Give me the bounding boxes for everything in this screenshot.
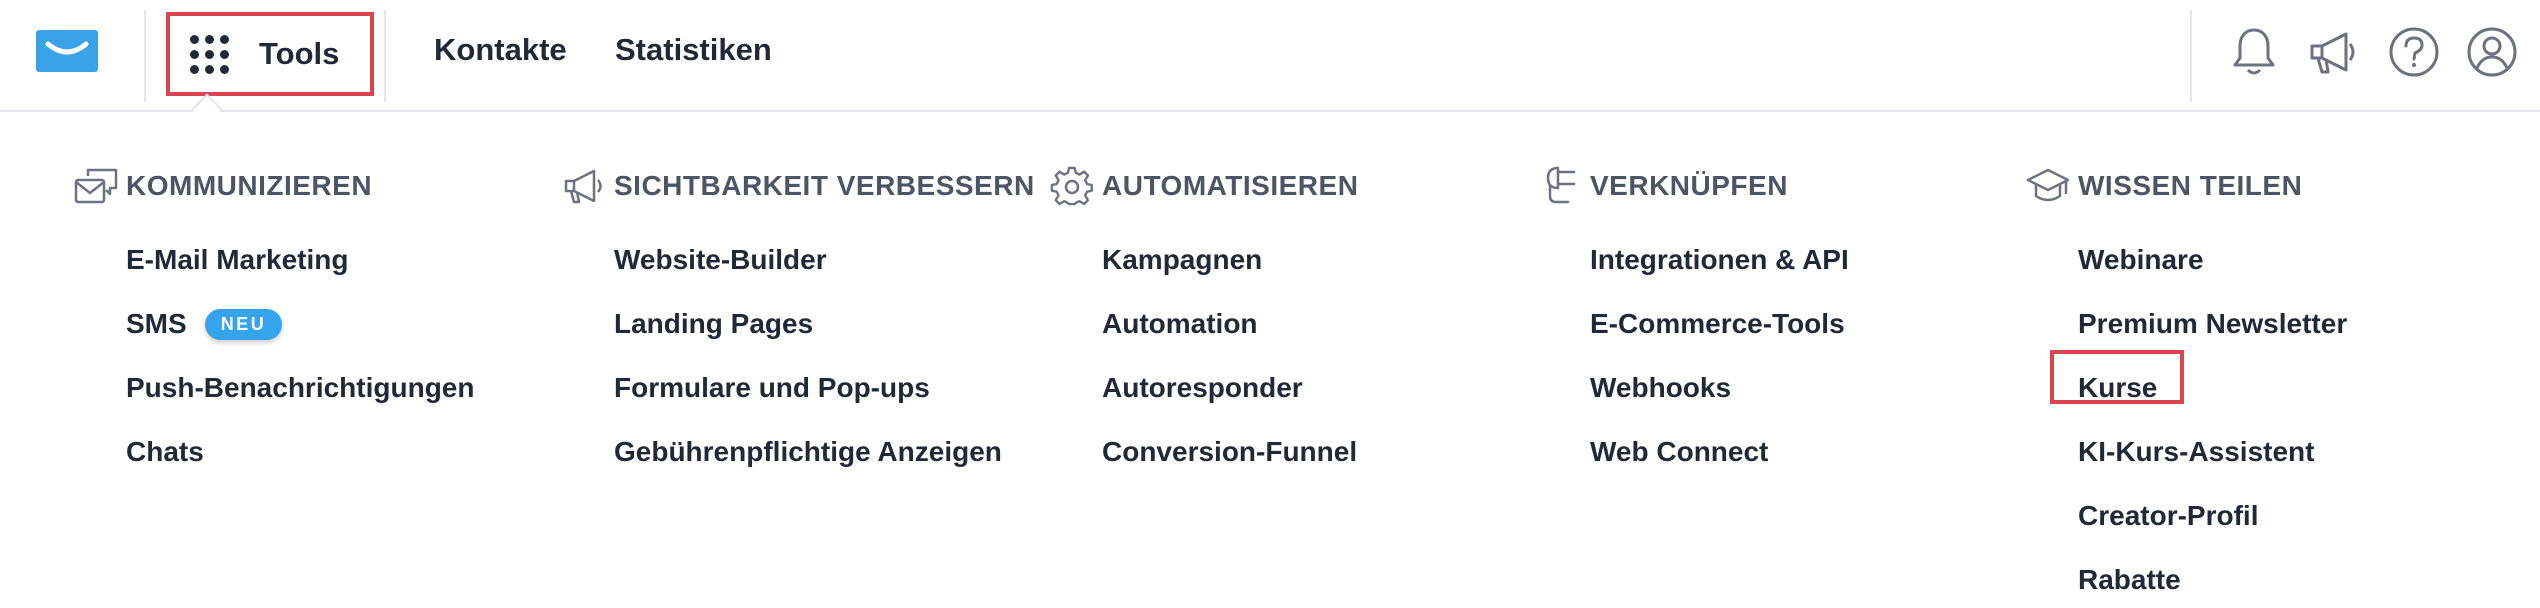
- menu-item-webhooks[interactable]: Webhooks: [1590, 356, 1849, 420]
- menu-item-label: Push-Benachrichtigungen: [126, 372, 475, 403]
- menu-item-rabatte[interactable]: Rabatte: [2078, 548, 2347, 608]
- menu-column-verknuepfen: VERKNÜPFEN Integrationen & API E-Commerc…: [1538, 164, 1849, 484]
- menu-item-label: Premium Newsletter: [2078, 308, 2348, 339]
- menu-item-label: E-Mail Marketing: [126, 244, 349, 275]
- column-header: VERKNÜPFEN: [1538, 164, 1849, 208]
- tools-menu-button[interactable]: Tools: [166, 12, 374, 96]
- menu-item-label: Chats: [126, 436, 204, 467]
- menu-item-label: E-Commerce-Tools: [1590, 308, 1845, 339]
- menu-item-conversion-funnel[interactable]: Conversion-Funnel: [1102, 420, 1358, 484]
- column-title: SICHTBARKEIT VERBESSERN: [614, 170, 1035, 201]
- menu-item-autoresponder[interactable]: Autoresponder: [1102, 356, 1358, 420]
- grid-dots-icon: [190, 34, 229, 74]
- menu-item-label: Autoresponder: [1102, 372, 1303, 403]
- menu-item-label: Rabatte: [2078, 564, 2181, 595]
- menu-item-anzeigen[interactable]: Gebührenpflichtige Anzeigen: [614, 420, 1035, 484]
- menu-item-label: Creator-Profil: [2078, 500, 2259, 531]
- menu-item-email-marketing[interactable]: E-Mail Marketing: [126, 228, 474, 292]
- menu-column-sichtbarkeit: SICHTBARKEIT VERBESSERN Website-Builder …: [562, 164, 1035, 484]
- menu-item-label: Integrationen & API: [1590, 244, 1849, 275]
- new-badge: NEU: [204, 308, 283, 340]
- menu-item-chats[interactable]: Chats: [126, 420, 474, 484]
- column-title: KOMMUNIZIEREN: [126, 170, 373, 201]
- menu-column-wissen-teilen: WISSEN TEILEN Webinare Premium Newslette…: [2026, 164, 2347, 608]
- menu-item-formulare[interactable]: Formulare und Pop-ups: [614, 356, 1035, 420]
- column-header: SICHTBARKEIT VERBESSERN: [562, 164, 1035, 208]
- column-title: VERKNÜPFEN: [1590, 170, 1788, 201]
- menu-item-landing-pages[interactable]: Landing Pages: [614, 292, 1035, 356]
- nav-divider: [144, 10, 146, 102]
- menu-item-label: Webinare: [2078, 244, 2204, 275]
- nav-kontakte[interactable]: Kontakte: [434, 32, 567, 68]
- menu-item-label: Kampagnen: [1102, 244, 1263, 275]
- menu-item-e-commerce-tools[interactable]: E-Commerce-Tools: [1590, 292, 1849, 356]
- logo-envelope-icon[interactable]: [36, 30, 98, 72]
- menu-item-integrationen-api[interactable]: Integrationen & API: [1590, 228, 1849, 292]
- menu-column-kommunizieren: KOMMUNIZIEREN E-Mail Marketing SMS NEU Pu…: [74, 164, 474, 484]
- menu-item-creator-profil[interactable]: Creator-Profil: [2078, 484, 2347, 548]
- menu-item-label: Landing Pages: [614, 308, 814, 339]
- graduation-cap-icon: [2026, 168, 2070, 202]
- menu-item-label: SMS: [126, 308, 187, 339]
- menu-item-push-benachrichtigungen[interactable]: Push-Benachrichtigungen: [126, 356, 474, 420]
- menu-item-list: Webinare Premium Newsletter Kurse KI-Kur…: [2078, 228, 2347, 608]
- menu-item-webinare[interactable]: Webinare: [2078, 228, 2347, 292]
- bell-icon[interactable]: [2226, 24, 2282, 80]
- menu-item-label: Conversion-Funnel: [1102, 436, 1358, 467]
- menu-item-kampagnen[interactable]: Kampagnen: [1102, 228, 1358, 292]
- menu-item-kurse[interactable]: Kurse: [2078, 356, 2347, 420]
- column-header: AUTOMATISIEREN: [1050, 164, 1358, 208]
- megaphone-icon: [564, 169, 602, 204]
- tools-label: Tools: [259, 36, 340, 71]
- menu-item-list: E-Mail Marketing SMS NEU Push-Benachricht…: [126, 228, 474, 484]
- menu-item-ki-kurs-assistent[interactable]: KI-Kurs-Assistent: [2078, 420, 2347, 484]
- column-title: WISSEN TEILEN: [2078, 170, 2303, 201]
- menu-item-label: Webhooks: [1590, 372, 1732, 403]
- top-navigation-bar: Tools Kontakte Statistiken: [0, 0, 2540, 125]
- menu-item-list: Kampagnen Automation Autoresponder Conve…: [1102, 228, 1358, 484]
- menu-item-label: Automation: [1102, 308, 1258, 339]
- menu-item-list: Integrationen & API E-Commerce-Tools Web…: [1590, 228, 1849, 484]
- help-icon[interactable]: [2386, 24, 2442, 80]
- menu-item-label: KI-Kurs-Assistent: [2078, 436, 2315, 467]
- menu-item-label: Web Connect: [1590, 436, 1769, 467]
- nav-divider: [384, 10, 386, 102]
- menu-item-label: Gebührenpflichtige Anzeigen: [614, 436, 1002, 467]
- menu-item-label: Kurse: [2078, 372, 2158, 403]
- user-icon[interactable]: [2464, 24, 2520, 80]
- menu-column-automatisieren: AUTOMATISIEREN Kampagnen Automation Auto…: [1050, 164, 1358, 484]
- menu-item-website-builder[interactable]: Website-Builder: [614, 228, 1035, 292]
- column-header: WISSEN TEILEN: [2026, 164, 2347, 208]
- menu-item-web-connect[interactable]: Web Connect: [1590, 420, 1849, 484]
- megaphone-icon[interactable]: [2306, 24, 2362, 80]
- nav-divider: [2190, 10, 2192, 102]
- menu-item-list: Website-Builder Landing Pages Formulare …: [614, 228, 1035, 484]
- plug-icon: [1546, 166, 1576, 204]
- column-header: KOMMUNIZIEREN: [74, 164, 474, 208]
- gear-icon: [1050, 166, 1093, 206]
- menu-item-sms[interactable]: SMS NEU: [126, 292, 474, 356]
- menu-item-label: Website-Builder: [614, 244, 827, 275]
- menu-caret: [191, 93, 223, 125]
- nav-statistiken[interactable]: Statistiken: [615, 32, 772, 68]
- menu-item-automation[interactable]: Automation: [1102, 292, 1358, 356]
- chat-envelope-icon: [74, 168, 118, 204]
- menu-item-premium-newsletter[interactable]: Premium Newsletter: [2078, 292, 2347, 356]
- column-title: AUTOMATISIEREN: [1102, 170, 1359, 201]
- menu-item-label: Formulare und Pop-ups: [614, 372, 930, 403]
